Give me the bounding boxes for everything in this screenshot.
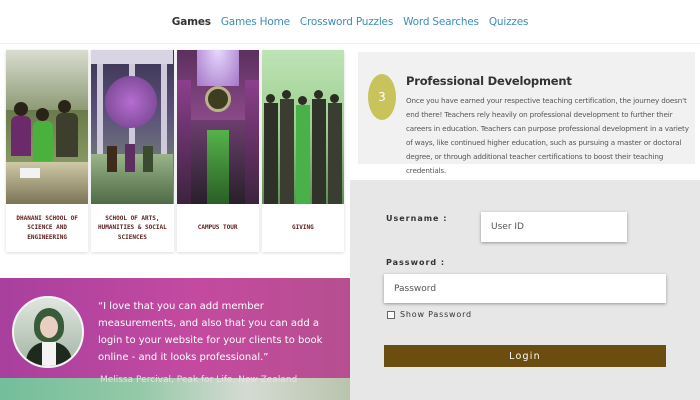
avatar [12,296,84,368]
step-number-badge: 3 [368,74,396,120]
testimonial-author: Melissa Percival, Peak for Life, New Zea… [100,375,298,385]
username-label: Username : [386,214,448,223]
top-nav: Games Games Home Crossword Puzzles Word … [0,0,700,44]
tile-campus-tour[interactable]: CAMPUS TOUR [176,50,259,252]
card-title: Professional Development [406,74,572,88]
tile-giving[interactable]: GIVING [261,50,344,252]
show-password-toggle[interactable]: Show Password [387,310,472,319]
username-input[interactable]: User ID [481,212,627,242]
card-text: Once you have earned your respective tea… [406,96,689,175]
nav-quizzes[interactable]: Quizzes [489,16,529,28]
professional-development-card: 3 Professional Development Once you have… [358,52,695,175]
tile-arts-humanities[interactable]: SCHOOL OF ARTS, HUMANITIES & SOCIAL SCIE… [91,50,174,252]
tile-science-engineering[interactable]: DHANANI SCHOOL OF SCIENCE AND ENGINEERIN… [6,50,89,252]
students-lab-photo [6,50,89,204]
tile-caption: SCHOOL OF ARTS, HUMANITIES & SOCIAL SCIE… [98,214,167,241]
login-button[interactable]: Login [384,345,666,367]
nav-games-home[interactable]: Games Home [221,16,290,28]
campus-hall-photo [176,50,259,204]
courtyard-photo [91,50,174,204]
school-tiles: DHANANI SCHOOL OF SCIENCE AND ENGINEERIN… [6,50,344,252]
testimonial-quote: “I love that you can add member measurem… [98,301,323,363]
password-label: Password : [386,258,446,267]
show-password-label: Show Password [400,310,472,319]
tile-caption: DHANANI SCHOOL OF SCIENCE AND ENGINEERIN… [16,214,78,241]
password-input[interactable]: Password [384,274,666,303]
nav-word-searches[interactable]: Word Searches [403,16,479,28]
tile-caption: GIVING [292,224,314,232]
page: Games Games Home Crossword Puzzles Word … [0,0,700,400]
testimonial-section: “I love that you can add member measurem… [0,278,352,400]
login-panel: Username : User ID Password : Password S… [350,178,700,400]
nav-games[interactable]: Games [172,16,211,28]
checkbox-icon[interactable] [387,310,395,319]
group-photo [261,50,344,204]
tile-caption: CAMPUS TOUR [197,224,238,232]
nav-crossword-puzzles[interactable]: Crossword Puzzles [300,16,393,28]
